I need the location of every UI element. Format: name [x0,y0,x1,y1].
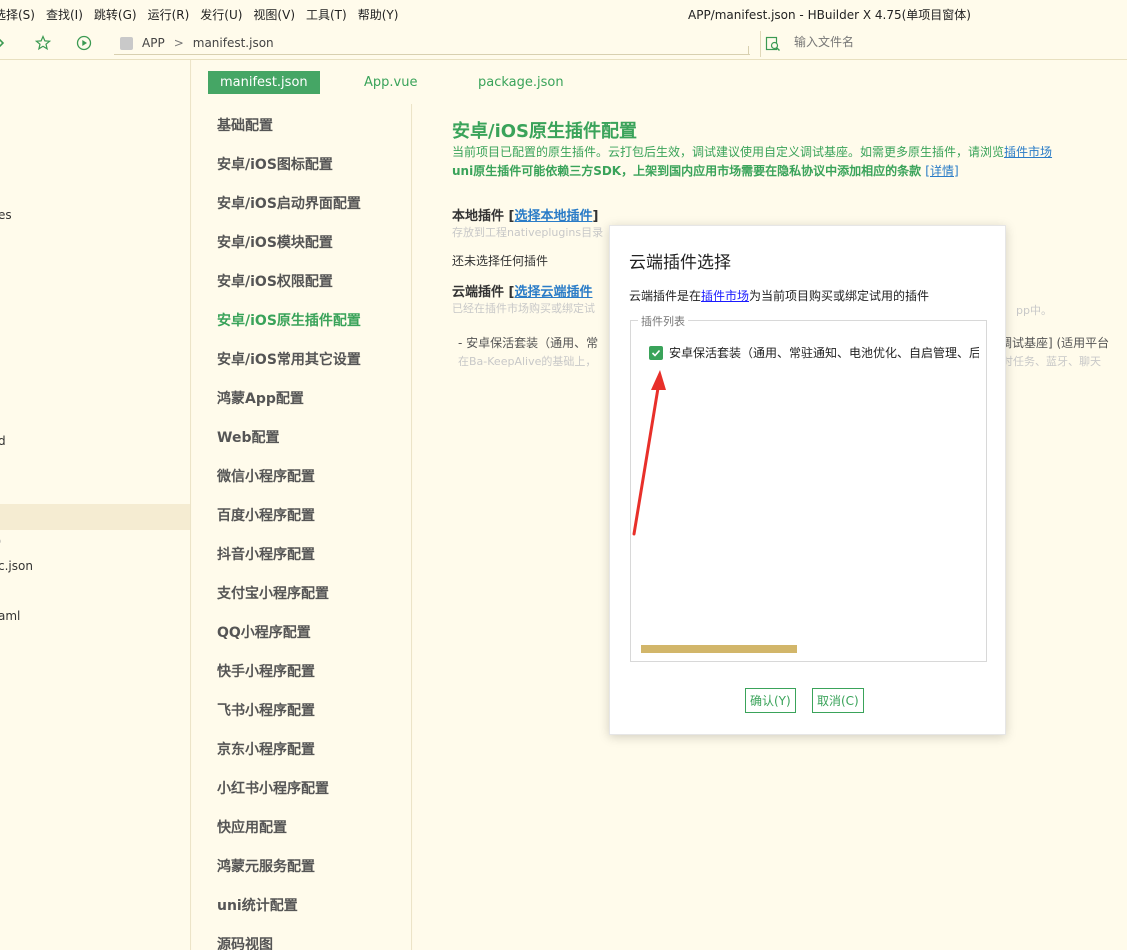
settings-nav-item[interactable]: 京东小程序配置 [217,739,315,759]
menu-item[interactable]: 选择(S) [0,6,35,23]
settings-nav-item[interactable]: 安卓/iOS原生插件配置 [217,310,361,330]
cloud-plugin-hint-tail: pp中。 [1016,304,1052,317]
tab-app-vue[interactable]: App.vue [364,71,417,94]
privacy-notice-text: uni原生插件可能依赖三方SDK，上架到国内应用市场需要在隐私协议中添加相应的条… [452,164,922,178]
plugin-name: 安卓保活套装（通用、常驻通知、电池优化、自启管理、后台运行 [669,346,979,360]
project-explorer: es d o c.json aml [0,60,191,950]
cloud-plugin-heading: 云端插件 [选择云端插件 [452,285,593,300]
plugin-list: 插件列表 安卓保活套装（通用、常驻通知、电池优化、自启管理、后台运行 [630,313,987,662]
settings-nav-item[interactable]: 安卓/iOS模块配置 [217,232,333,252]
dialog-description-prefix: 云端插件是在 [629,289,702,303]
menu-items: 选择(S) 查找(I) 跳转(G) 运行(R) 发行(U) 视图(V) 工具(T) 帮助(Y) [0,6,409,23]
settings-nav-item[interactable]: 安卓/iOS启动界面配置 [217,193,361,213]
settings-nav-item[interactable]: 鸿蒙元服务配置 [217,856,315,876]
menu-item[interactable]: 运行(R) [148,6,190,23]
editor-tabs: manifest.json App.vue package.json [192,60,1127,104]
plugin-list-legend: 插件列表 [638,313,688,329]
breadcrumb-separator-icon: > [173,36,184,50]
configured-plugin-entry: - 安卓保活套装（通用、常 [458,336,599,350]
explorer-item[interactable]: aml [0,609,20,623]
settings-nav-item[interactable]: Web配置 [217,427,279,447]
cloud-plugin-label: 云端插件 [452,285,505,300]
menu-item[interactable]: 查找(I) [46,6,83,23]
no-plugin-text: 还未选择任何插件 [452,254,549,268]
plugin-list-item[interactable]: 安卓保活套装（通用、常驻通知、电池优化、自启管理、后台运行 [649,344,979,361]
plugin-checkbox[interactable] [649,345,663,360]
breadcrumb-project[interactable]: APP [142,36,165,50]
cloud-plugin-hint: 已经在插件市场购买或绑定试 [452,302,595,315]
settings-nav-item[interactable]: QQ小程序配置 [217,622,311,642]
explorer-item[interactable]: d [0,434,6,448]
window-title: APP/manifest.json - HBuilder X 4.75(单项目窗… [688,8,971,22]
explorer-selected-row[interactable] [0,504,190,530]
star-icon[interactable] [34,34,52,52]
horizontal-scrollbar[interactable] [641,645,797,653]
settings-nav-item[interactable]: 飞书小程序配置 [217,700,315,720]
tab-package-json[interactable]: package.json [478,71,564,94]
settings-nav-item[interactable]: 快应用配置 [217,817,287,837]
page-description: 当前项目已配置的原生插件。云打包后生效，调试建议使用自定义调试基座。如需更多原生… [452,143,1052,160]
address-divider [748,46,749,55]
tab-manifest-json[interactable]: manifest.json [208,71,320,94]
settings-nav-item[interactable]: 百度小程序配置 [217,505,315,525]
dialog-title: 云端插件选择 [629,253,731,273]
settings-nav-item[interactable]: 鸿蒙App配置 [217,388,304,408]
local-plugin-hint: 存放到工程nativeplugins目录 [452,226,604,239]
menu-item[interactable]: 视图(V) [253,6,295,23]
settings-nav-item[interactable]: 源码视图 [217,934,273,950]
page-description-text: 当前项目已配置的原生插件。云打包后生效，调试建议使用自定义调试基座。如需更多原生… [452,145,1005,159]
local-plugin-heading: 本地插件 [选择本地插件] [452,209,599,224]
annotation-arrow-icon [632,370,666,536]
plugin-market-link[interactable]: 插件市场 [1004,145,1052,159]
confirm-button[interactable]: 确认(Y) [745,688,796,713]
address-underline [114,54,750,55]
select-local-plugin-link[interactable]: 选择本地插件 [514,209,592,224]
file-search [760,31,1127,57]
breadcrumb-file[interactable]: manifest.json [193,36,274,50]
settings-nav-item[interactable]: 基础配置 [217,115,273,135]
select-cloud-plugin-link[interactable]: 选择云端插件 [514,285,592,300]
explorer-item[interactable]: o [0,536,1,547]
dialog-plugin-market-link[interactable]: 插件市场 [701,289,749,303]
details-link[interactable]: [详情] [925,164,958,178]
settings-nav-item[interactable]: 快手小程序配置 [217,661,315,681]
file-search-icon [765,36,781,52]
menu-item[interactable]: 工具(T) [306,6,347,23]
settings-nav-item[interactable]: 微信小程序配置 [217,466,315,486]
settings-nav-item[interactable]: 支付宝小程序配置 [217,583,329,603]
local-plugin-label: 本地插件 [452,209,505,224]
chevron-right-icon[interactable] [0,34,10,52]
settings-nav-item[interactable]: uni统计配置 [217,895,298,915]
menu-bar: 选择(S) 查找(I) 跳转(G) 运行(R) 发行(U) 视图(V) 工具(T) 帮助(Y)… [0,0,1127,28]
page-title: 安卓/iOS原生插件配置 [452,121,638,142]
settings-nav-item[interactable]: 小红书小程序配置 [217,778,329,798]
settings-nav-item[interactable]: 安卓/iOS常用其它设置 [217,349,361,369]
dialog-description: 云端插件是在插件市场为当前项目购买或绑定试用的插件 [629,287,929,304]
dialog-description-suffix: 为当前项目购买或绑定试用的插件 [749,289,930,303]
file-search-input[interactable] [794,35,1094,49]
menu-item[interactable]: 发行(U) [200,6,242,23]
toolbar: APP > manifest.json [0,28,1127,60]
breadcrumb: APP > manifest.json [120,36,274,50]
project-icon [120,36,133,50]
settings-nav-item[interactable]: 抖音小程序配置 [217,544,315,564]
settings-nav: 基础配置 安卓/iOS图标配置 安卓/iOS启动界面配置 安卓/iOS模块配置 安卓/i… [192,104,412,950]
explorer-item[interactable]: es [0,208,12,222]
run-icon[interactable] [75,34,93,52]
settings-nav-item[interactable]: 安卓/iOS图标配置 [217,154,333,174]
settings-nav-item[interactable]: 安卓/iOS权限配置 [217,271,333,291]
privacy-notice: uni原生插件可能依赖三方SDK，上架到国内应用市场需要在隐私协议中添加相应的条… [452,162,959,179]
configured-plugin-entry-tail: 义调试基座] (适用平台 [988,336,1110,350]
menu-item[interactable]: 帮助(Y) [358,6,399,23]
cancel-button[interactable]: 取消(C) [812,688,864,713]
configured-plugin-description: 在Ba-KeepAlive的基础上， [458,355,597,368]
configured-plugin-description-tail: 定时任务、蓝牙、聊天 [991,355,1101,368]
explorer-item[interactable]: c.json [0,559,33,573]
check-icon [651,349,661,357]
menu-item[interactable]: 跳转(G) [94,6,137,23]
